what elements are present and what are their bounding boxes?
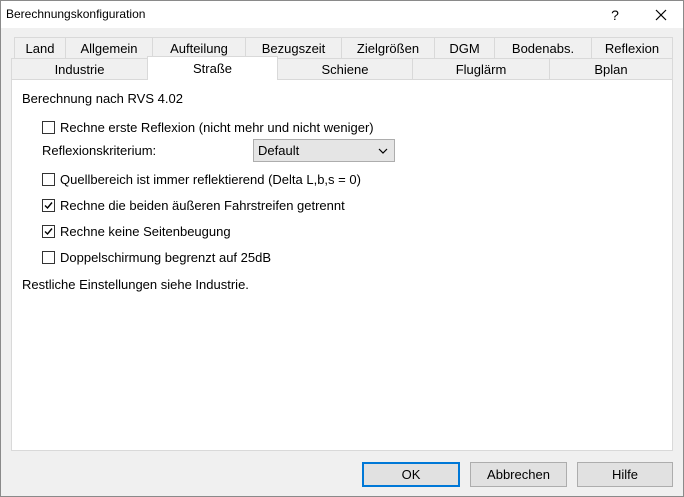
option-keine-seitenbeugung[interactable]: Rechne keine Seitenbeugung: [42, 224, 231, 239]
close-button[interactable]: [638, 1, 684, 28]
option-label: Rechne keine Seitenbeugung: [60, 224, 231, 239]
chevron-down-icon: [378, 148, 388, 154]
tab-land[interactable]: Land: [14, 37, 66, 58]
ok-button[interactable]: OK: [362, 462, 460, 487]
close-icon: [655, 9, 667, 20]
tab-dgm[interactable]: DGM: [434, 37, 495, 58]
option-fahrstreifen-getrennt[interactable]: Rechne die beiden äußeren Fahrstreifen g…: [42, 198, 345, 213]
tab-bplan[interactable]: Bplan: [549, 58, 673, 79]
tab-panel-strasse: Berechnung nach RVS 4.02 Rechne erste Re…: [11, 79, 673, 451]
option-doppelschirmung[interactable]: Doppelschirmung begrenzt auf 25dB: [42, 250, 271, 265]
checkbox-quellbereich[interactable]: [42, 173, 55, 186]
panel-heading: Berechnung nach RVS 4.02: [22, 91, 183, 106]
checkbox-keine-seitenbeugung[interactable]: [42, 225, 55, 238]
option-erste-reflexion[interactable]: Rechne erste Reflexion (nicht mehr und n…: [42, 120, 374, 135]
tab-industrie[interactable]: Industrie: [11, 58, 148, 79]
reflexionskriterium-select[interactable]: Default: [253, 139, 395, 162]
checkbox-fahrstreifen-getrennt[interactable]: [42, 199, 55, 212]
option-label: Rechne erste Reflexion (nicht mehr und n…: [60, 120, 374, 135]
tab-bezugszeit[interactable]: Bezugszeit: [245, 37, 342, 58]
window-title: Berechnungskonfiguration: [6, 7, 146, 21]
tab-reflexion[interactable]: Reflexion: [591, 37, 673, 58]
tab-zielgroessen[interactable]: Zielgrößen: [341, 37, 435, 58]
option-label: Rechne die beiden äußeren Fahrstreifen g…: [60, 198, 345, 213]
tab-strasse[interactable]: Straße: [147, 56, 278, 80]
help-button[interactable]: Hilfe: [577, 462, 673, 487]
checkbox-erste-reflexion[interactable]: [42, 121, 55, 134]
option-label: Quellbereich ist immer reflektierend (De…: [60, 172, 361, 187]
reflexionskriterium-label: Reflexionskriterium:: [42, 143, 157, 158]
cancel-button[interactable]: Abbrechen: [470, 462, 567, 487]
checkmark-icon: [44, 228, 53, 236]
help-title-button[interactable]: ?: [592, 1, 638, 28]
dialog-window: Berechnungskonfiguration ? Land Allgemei…: [0, 0, 684, 497]
tab-schiene[interactable]: Schiene: [277, 58, 413, 79]
tab-bodenabs[interactable]: Bodenabs.: [494, 37, 592, 58]
checkbox-doppelschirmung[interactable]: [42, 251, 55, 264]
title-bar: Berechnungskonfiguration ?: [1, 1, 683, 28]
option-label: Doppelschirmung begrenzt auf 25dB: [60, 250, 272, 265]
tab-allgemein[interactable]: Allgemein: [65, 37, 153, 58]
footer-note: Restliche Einstellungen siehe Industrie.: [22, 277, 249, 292]
select-value: Default: [258, 143, 300, 158]
checkmark-icon: [44, 202, 53, 210]
tab-fluglaerm[interactable]: Fluglärm: [412, 58, 550, 79]
tab-aufteilung[interactable]: Aufteilung: [152, 37, 246, 58]
option-quellbereich[interactable]: Quellbereich ist immer reflektierend (De…: [42, 172, 361, 187]
